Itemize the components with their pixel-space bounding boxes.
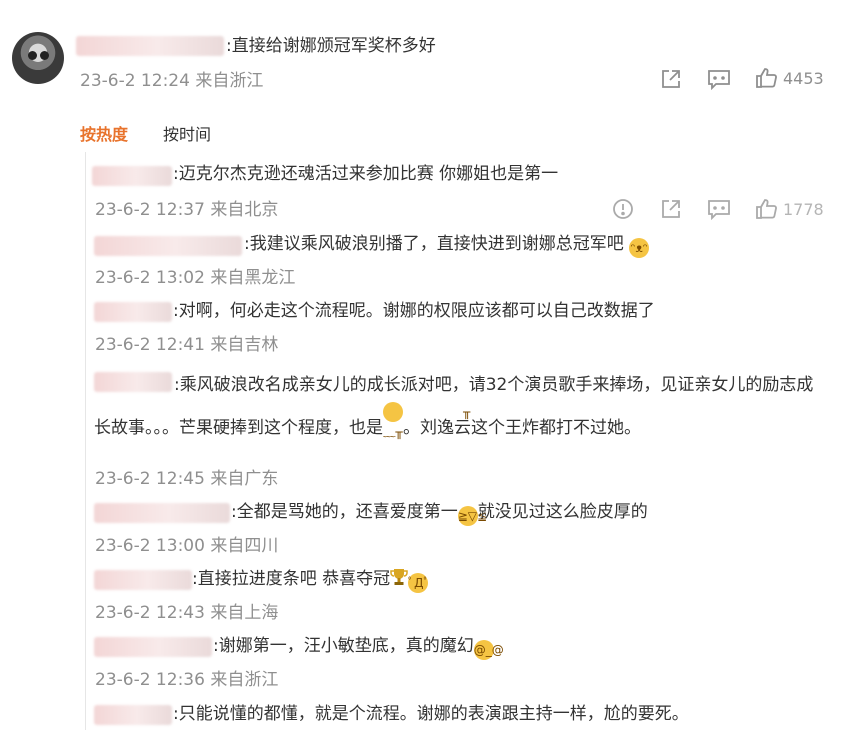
comment-meta: 23-6-2 12:37 来自北京 — [95, 200, 279, 220]
comment-text: :全都是骂她的，还喜爱度第一≧▽≦就没见过这么脸皮厚的 — [231, 500, 648, 526]
share-icon — [662, 200, 680, 218]
sort-by-hot-tab[interactable]: 按热度 — [80, 121, 128, 145]
share-icon — [662, 70, 680, 88]
thumbs-up-icon — [756, 199, 777, 219]
avatar[interactable] — [12, 32, 64, 84]
like-count: 4453 — [783, 68, 824, 88]
shocked-emoji-icon: ﾟДﾟ — [408, 573, 430, 593]
blurred-username — [94, 503, 230, 523]
post-text: :直接给谢娜颁冠军奖杯多好 — [226, 36, 436, 56]
laughing-emoji-icon: ≧▽≦ — [457, 506, 487, 526]
comment-text: :迈克尔杰克逊还魂活过来参加比赛 你娜姐也是第一 — [173, 164, 559, 184]
thread-divider — [85, 152, 86, 730]
blurred-username — [94, 302, 172, 322]
comment-button[interactable] — [707, 68, 731, 90]
comment-meta: 23-6-2 12:43 来自上海 — [95, 603, 279, 623]
sort-by-time-tab[interactable]: 按时间 — [163, 121, 211, 145]
trophy-icon — [390, 569, 408, 585]
alert-icon — [613, 199, 633, 219]
blurred-username — [92, 166, 172, 186]
comment-text: :只能说懂的都懂，就是个流程。谢娜的表演跟主持一样，尬的要死。 — [173, 704, 689, 724]
comment-meta: 23-6-2 13:02 来自黑龙江 — [95, 268, 296, 288]
post-meta: 23-6-2 12:24 来自浙江 — [80, 71, 264, 91]
crying-emoji-icon: ╥﹏╥ — [383, 402, 470, 439]
comment-icon — [708, 200, 730, 220]
blurred-username — [94, 705, 172, 725]
like-count: 1778 — [783, 199, 824, 219]
like-button[interactable]: 1778 — [755, 198, 824, 220]
grin-emoji-icon: ᵔᴥᵔ — [629, 238, 650, 258]
thumbs-up-icon — [756, 68, 777, 88]
blurred-username — [94, 236, 242, 256]
dizzy-emoji-icon: @_@ — [473, 640, 504, 660]
comment-icon — [708, 70, 730, 90]
like-button[interactable]: 4453 — [755, 67, 824, 89]
comment-meta: 23-6-2 13:00 来自四川 — [95, 536, 279, 556]
blurred-username — [76, 36, 224, 56]
comment-button[interactable] — [707, 198, 731, 220]
blurred-username — [94, 570, 192, 590]
share-button[interactable] — [660, 198, 682, 220]
comment-meta: 23-6-2 12:36 来自浙江 — [95, 670, 279, 690]
comment-text: :乘风破浪改名成亲女儿的成长派对吧，请32个演员歌手来捧场，见证亲女儿的励志成长… — [94, 375, 814, 439]
share-button[interactable] — [660, 68, 682, 90]
comment-text: :我建议乘风破浪别播了，直接快进到谢娜总冠军吧 ᵔᴥᵔ — [244, 232, 650, 258]
comment-text: :对啊，何必走这个流程呢。谢娜的权限应该都可以自己改数据了 — [173, 301, 655, 321]
blurred-username — [94, 637, 212, 657]
report-button[interactable] — [612, 198, 634, 220]
comment-text: :谢娜第一，汪小敏垫底，真的魔幻@_@ — [213, 634, 504, 660]
comment-meta: 23-6-2 12:41 来自吉林 — [95, 335, 279, 355]
comment-text: :直接拉进度条吧 恭喜夺冠 ﾟДﾟ — [192, 567, 430, 593]
comment-meta: 23-6-2 12:45 来自广东 — [95, 469, 279, 489]
